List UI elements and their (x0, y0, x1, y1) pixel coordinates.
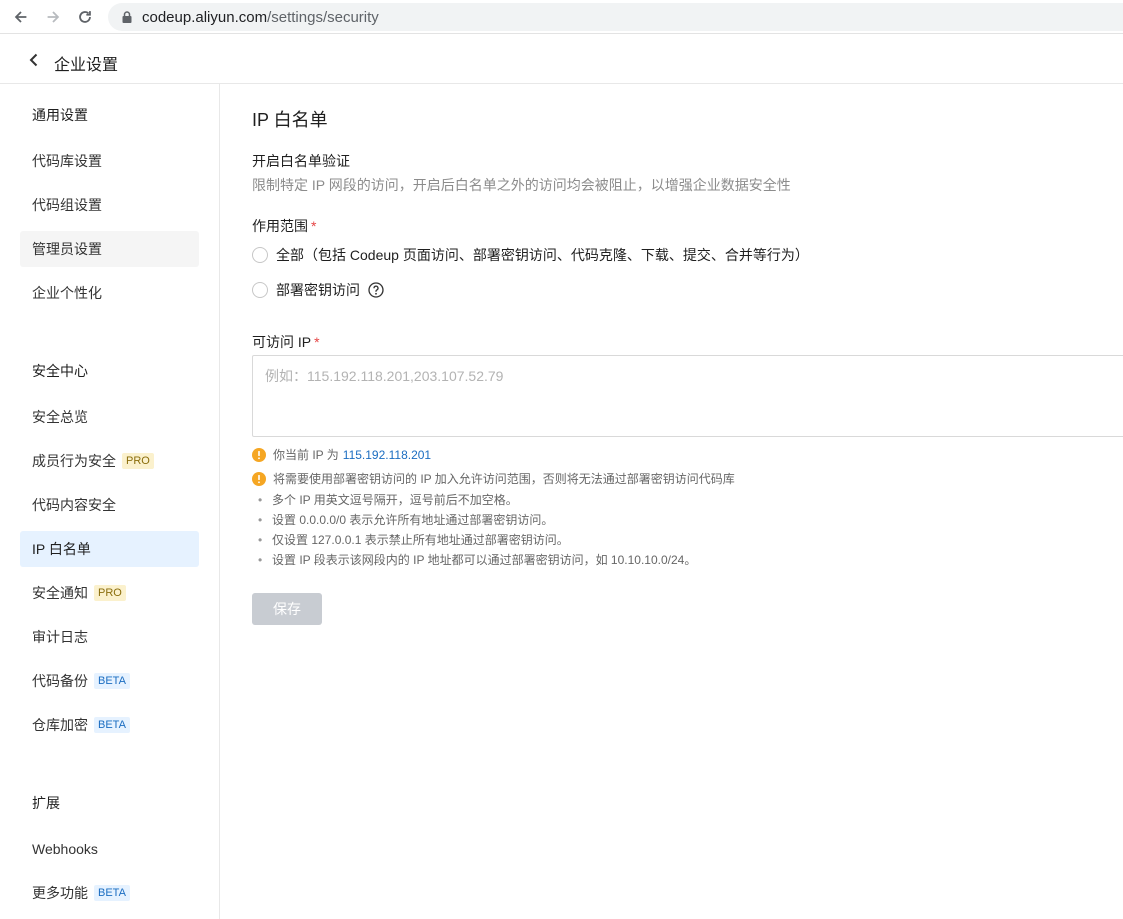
sidebar-item-label: 更多功能 (32, 885, 88, 901)
sidebar-item-label: 代码内容安全 (32, 497, 116, 513)
sidebar-item-general[interactable]: 通用设置 (20, 97, 199, 133)
sidebar-item-label: IP 白名单 (32, 541, 91, 557)
sidebar-item-webhooks[interactable]: Webhooks (20, 831, 199, 867)
page-title: IP 白名单 (252, 110, 328, 130)
sidebar-item-label: 安全通知 (32, 585, 88, 601)
required-mark: * (311, 218, 317, 234)
scope-option-deploy-key[interactable]: 部署密钥访问 (252, 280, 384, 300)
sidebar-item-label: 扩展 (32, 795, 60, 811)
current-ip-tip: 你当前 IP 为 115.192.118.201 (252, 446, 431, 463)
sidebar: 通用设置 代码库设置 代码组设置 管理员设置 企业个性化 安全中心 安全总览 成… (0, 84, 220, 919)
question-circle-icon[interactable] (368, 282, 384, 298)
pro-badge: PRO (122, 453, 154, 469)
sidebar-item-group-settings[interactable]: 代码组设置 (20, 187, 199, 223)
ip-input[interactable] (252, 355, 1123, 437)
warning-icon (252, 471, 266, 486)
sidebar-item-member-behavior[interactable]: 成员行为安全 PRO (20, 443, 199, 479)
url-path: /settings/security (267, 9, 379, 26)
rule-bullet: 多个 IP 用英文逗号隔开，逗号前后不加空格。 (258, 491, 518, 508)
ip-label-text: 可访问 IP (252, 334, 312, 350)
url-text: codeup.aliyun.com/settings/security (142, 9, 379, 26)
sidebar-item-audit-log[interactable]: 审计日志 (20, 619, 199, 655)
ip-label: 可访问 IP * (252, 332, 320, 352)
sidebar-item-ip-whitelist[interactable]: IP 白名单 (20, 531, 199, 567)
sidebar-item-label: 仓库加密 (32, 717, 88, 733)
sidebar-item-security-overview[interactable]: 安全总览 (20, 399, 199, 435)
sidebar-section-security-center[interactable]: 安全中心 (20, 353, 199, 389)
scope-option-label: 部署密钥访问 (276, 282, 360, 298)
sidebar-item-label: Webhooks (32, 841, 98, 857)
chevron-left-icon[interactable] (26, 52, 42, 68)
reload-icon[interactable] (74, 6, 96, 28)
scope-option-label: 全部（包括 Codeup 页面访问、部署密钥访问、代码克隆、下载、提交、合并等行… (276, 247, 809, 263)
whitelist-section-description: 限制特定 IP 网段的访问，开启后白名单之外的访问均会被阻止，以增强企业数据安全… (252, 177, 791, 193)
sidebar-item-personalization[interactable]: 企业个性化 (20, 275, 199, 311)
pro-badge: PRO (94, 585, 126, 601)
current-ip-value: 115.192.118.201 (342, 447, 432, 462)
rule-bullet: 设置 IP 段表示该网段内的 IP 地址都可以通过部署密钥访问，如 10.10.… (258, 551, 696, 568)
deploy-key-tip: 将需要使用部署密钥访问的 IP 加入允许访问范围，否则将无法通过部署密钥访问代码… (252, 470, 735, 487)
sidebar-item-label: 企业个性化 (32, 285, 102, 301)
rule-bullet: 仅设置 127.0.0.1 表示禁止所有地址通过部署密钥访问。 (258, 531, 569, 548)
required-mark: * (314, 334, 320, 350)
sidebar-item-more-features[interactable]: 更多功能 BETA (20, 875, 199, 911)
beta-badge: BETA (94, 717, 130, 733)
sidebar-item-security-notify[interactable]: 安全通知 PRO (20, 575, 199, 611)
deploy-key-tip-text: 将需要使用部署密钥访问的 IP 加入允许访问范围，否则将无法通过部署密钥访问代码… (273, 472, 735, 486)
sidebar-item-label: 通用设置 (32, 107, 88, 123)
sidebar-item-repo-settings[interactable]: 代码库设置 (20, 143, 199, 179)
app-header: 企业设置 (0, 35, 1123, 84)
sidebar-item-label: 代码组设置 (32, 197, 102, 213)
sidebar-section-extensions[interactable]: 扩展 (20, 785, 199, 821)
sidebar-item-label: 成员行为安全 (32, 453, 116, 469)
radio-button[interactable] (252, 247, 268, 263)
sidebar-item-label: 安全中心 (32, 363, 88, 379)
warning-icon (252, 447, 266, 462)
forward-arrow-icon[interactable] (42, 6, 64, 28)
beta-badge: BETA (94, 673, 130, 689)
sidebar-item-code-backup[interactable]: 代码备份 BETA (20, 663, 199, 699)
save-button[interactable]: 保存 (252, 593, 322, 625)
scope-option-all[interactable]: 全部（包括 Codeup 页面访问、部署密钥访问、代码克隆、下载、提交、合并等行… (252, 245, 809, 265)
sidebar-item-admin-settings[interactable]: 管理员设置 (20, 231, 199, 267)
scope-label-text: 作用范围 (252, 218, 308, 234)
rule-bullet: 设置 0.0.0.0/0 表示允许所有地址通过部署密钥访问。 (258, 511, 553, 528)
back-arrow-icon[interactable] (10, 6, 32, 28)
sidebar-item-repo-encryption[interactable]: 仓库加密 BETA (20, 707, 199, 743)
sidebar-item-label: 审计日志 (32, 629, 88, 645)
sidebar-item-label: 安全总览 (32, 409, 88, 425)
browser-toolbar: codeup.aliyun.com/settings/security (0, 0, 1123, 34)
sidebar-item-label: 管理员设置 (32, 241, 102, 257)
address-bar[interactable]: codeup.aliyun.com/settings/security (108, 3, 1123, 31)
radio-button[interactable] (252, 282, 268, 298)
sidebar-item-label: 代码库设置 (32, 153, 102, 169)
whitelist-section-title: 开启白名单验证 (252, 153, 350, 169)
main-content: IP 白名单 开启白名单验证 限制特定 IP 网段的访问，开启后白名单之外的访问… (220, 84, 1123, 919)
sidebar-item-code-content[interactable]: 代码内容安全 (20, 487, 199, 523)
current-ip-text: 你当前 IP 为 (273, 448, 339, 462)
beta-badge: BETA (94, 885, 130, 901)
sidebar-item-label: 代码备份 (32, 673, 88, 689)
lock-icon (122, 11, 132, 23)
url-host: codeup.aliyun.com (142, 9, 268, 26)
scope-label: 作用范围 * (252, 216, 316, 236)
page-header-title: 企业设置 (54, 57, 119, 74)
